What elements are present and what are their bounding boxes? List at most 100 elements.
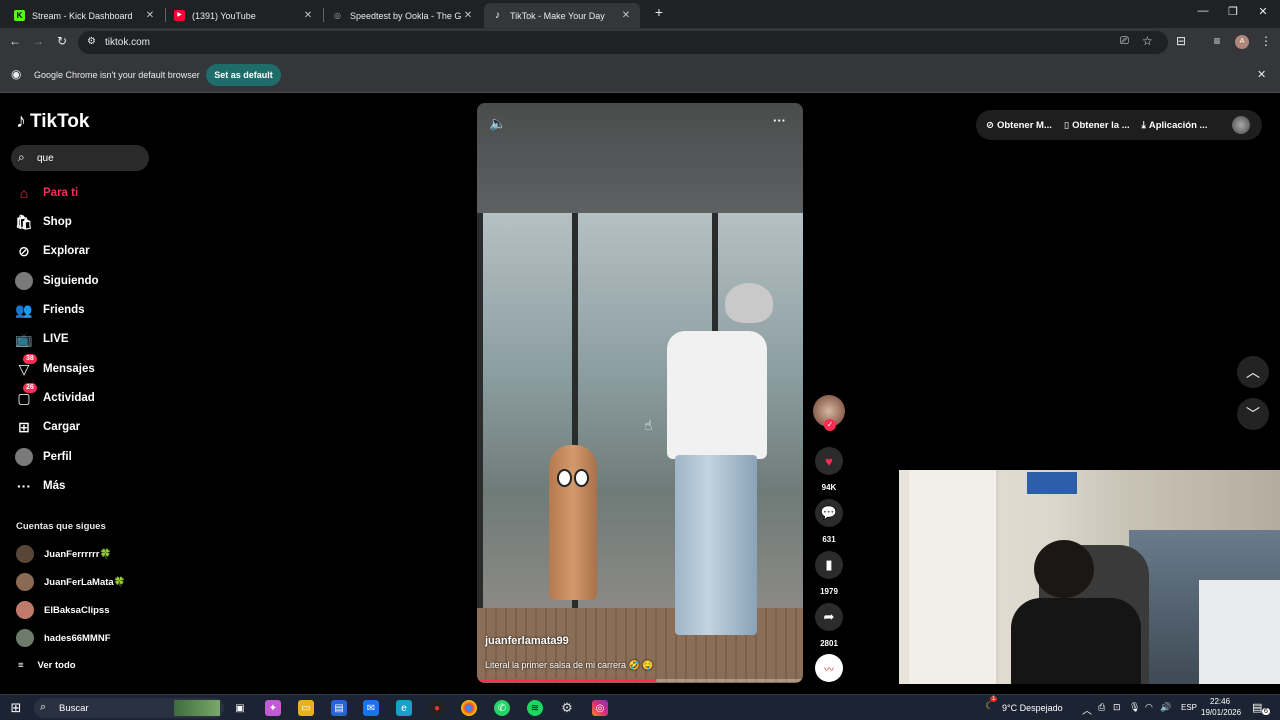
windows-start-icon[interactable]: ⊞ — [8, 700, 24, 716]
obs-icon[interactable]: ● — [429, 700, 445, 716]
tiktok-logo[interactable]: ♪ TikTok — [16, 110, 89, 133]
sidebar-item-actividad[interactable]: ▢ 26 Actividad — [15, 383, 95, 409]
copilot-icon[interactable]: ✦ — [265, 700, 281, 716]
close-icon[interactable]: ✕ — [302, 10, 314, 21]
download-icon: ⤓ — [1141, 119, 1146, 131]
minimize-icon[interactable]: — — [1188, 5, 1218, 17]
tray-device-icon[interactable]: ⎙ — [1098, 702, 1105, 713]
clock-time[interactable]: 22:46 — [1210, 697, 1230, 706]
close-icon[interactable]: ✕ — [462, 10, 474, 21]
install-app-icon[interactable]: ⎚ — [1120, 35, 1129, 48]
spotify-icon[interactable]: ≋ — [527, 700, 543, 716]
sidebar-item-para-ti[interactable]: ⌂ Para ti — [15, 182, 78, 204]
taskbar-search-label: Buscar — [59, 703, 89, 714]
bookmark-star-icon[interactable]: ☆ — [1142, 34, 1153, 48]
notification-count: 6 — [1262, 708, 1270, 715]
following-account[interactable]: ElBaksaClipss — [16, 601, 109, 619]
sidebar-item-friends[interactable]: 👥 Friends — [15, 299, 84, 321]
heart-icon[interactable]: ♥ — [815, 447, 843, 475]
forward-icon[interactable]: → — [29, 34, 47, 48]
tab-search-icon[interactable]: ⊟ — [1172, 34, 1190, 48]
new-tab-button[interactable]: + — [644, 4, 674, 20]
share-action[interactable]: ➦ 2801 — [815, 603, 843, 648]
language-indicator[interactable]: ESP — [1181, 703, 1197, 712]
comment-icon[interactable]: 💬 — [815, 499, 843, 527]
see-all-link[interactable]: ≡ Ver todo — [18, 660, 76, 671]
get-coins-button[interactable]: ⊘ Obtener M... — [986, 120, 1052, 131]
wifi-icon[interactable]: ◠ — [1145, 702, 1153, 713]
save-action[interactable]: ▮ 1979 — [815, 551, 843, 596]
video-menu-icon[interactable]: ··· — [773, 113, 786, 128]
following-account[interactable]: hades66MMNF — [16, 629, 111, 647]
notifications-icon[interactable]: ▤ — [1252, 701, 1262, 714]
tab-tiktok[interactable]: ♪ TikTok - Make Your Day ✕ — [484, 3, 640, 28]
tray-app-icon[interactable]: ⊡ — [1113, 702, 1121, 713]
address-bar[interactable]: ⚙ tiktok.com ⎚ ☆ — [78, 31, 1168, 54]
close-icon[interactable]: ✕ — [1257, 68, 1266, 81]
sidebar-item-label: Perfil — [43, 451, 72, 463]
sidebar-item-mensajes[interactable]: ▽ 38 Mensajes — [15, 354, 95, 380]
sidebar-item-m-s[interactable]: ··· Más — [15, 475, 65, 497]
tab-kick-dashboard[interactable]: K Stream - Kick Dashboard ✕ — [6, 3, 164, 28]
video-author[interactable]: juanferlamata99 — [485, 635, 569, 647]
task-view-icon[interactable]: ▣ — [232, 700, 248, 716]
set-as-default-button[interactable]: Set as default — [206, 64, 281, 86]
close-icon[interactable]: ✕ — [620, 10, 632, 21]
file-explorer-icon[interactable]: ▭ — [298, 700, 314, 716]
weather-text[interactable]: 9°C Despejado — [1002, 703, 1063, 713]
comment-action[interactable]: 💬 631 — [815, 499, 843, 544]
following-avatar-icon — [15, 272, 33, 290]
volume-icon[interactable]: 🔊 — [1160, 702, 1171, 713]
download-app-button[interactable]: ⤓ Aplicación ... — [1142, 120, 1208, 131]
video-progress-bar[interactable] — [477, 679, 803, 682]
settings-gear-icon[interactable]: ⚙ — [559, 700, 575, 716]
site-info-icon[interactable]: ⚙ — [87, 36, 96, 47]
following-account[interactable]: JuanFerLaMata🍀 — [16, 573, 126, 591]
sidebar-item-perfil[interactable]: Perfil — [15, 446, 72, 468]
sidebar-item-explorar[interactable]: ⊘ Explorar — [15, 240, 90, 262]
whatsapp-icon[interactable]: ✆ — [494, 700, 510, 716]
sound-disc[interactable]: 〰 — [815, 654, 843, 682]
get-app-button[interactable]: ▯ Obtener la ... — [1064, 120, 1130, 131]
share-icon[interactable]: ➦ — [815, 603, 843, 631]
edge-icon[interactable]: e — [396, 700, 412, 716]
chrome-icon[interactable] — [461, 700, 477, 716]
sidebar-item-siguiendo[interactable]: Siguiendo — [15, 270, 99, 292]
reload-icon[interactable]: ↻ — [53, 34, 71, 48]
outlook-icon[interactable]: ✉ — [363, 700, 379, 716]
next-video-button[interactable]: ﹀ — [1237, 398, 1269, 430]
sidebar-item-cargar[interactable]: ⊞ Cargar — [15, 416, 80, 438]
search-input[interactable]: ⌕ que — [11, 145, 149, 171]
sidebar-item-shop[interactable]: 🛍 Shop — [15, 211, 72, 233]
following-account[interactable]: JuanFerrrrrr🍀 — [16, 545, 111, 563]
webcam-door — [909, 470, 999, 684]
tray-chevron-icon[interactable]: ︿ — [1082, 702, 1092, 717]
restore-icon[interactable]: ❐ — [1218, 5, 1248, 18]
like-action[interactable]: ♥ 94K — [815, 447, 843, 492]
clock-date[interactable]: 19/01/2026 — [1201, 708, 1241, 717]
back-icon[interactable]: ← — [6, 34, 24, 48]
tab-youtube[interactable]: ▶ (1391) YouTube ✕ — [166, 3, 322, 28]
sidebar-item-live[interactable]: 📺 LIVE — [15, 328, 68, 350]
mute-icon[interactable]: 🔈 — [489, 115, 506, 132]
webcam-flag — [1027, 472, 1077, 494]
weather-icon[interactable]: ☾ — [985, 701, 994, 712]
following-account-name: ElBaksaClipss — [44, 604, 110, 616]
user-avatar[interactable] — [1232, 116, 1250, 134]
close-icon[interactable]: ✕ — [144, 10, 156, 21]
instagram-icon[interactable]: ◎ — [592, 700, 608, 716]
bookmark-icon[interactable]: ▮ — [815, 551, 843, 579]
window-close-icon[interactable]: ✕ — [1248, 5, 1278, 18]
media-control-icon[interactable]: ≡ — [1208, 34, 1226, 48]
tab-speedtest[interactable]: ◎ Speedtest by Ookla - The Glob ✕ — [324, 3, 482, 28]
creator-avatar[interactable]: ✓ — [813, 395, 845, 431]
video-player[interactable]: 🔈 ··· juanferlamata99 Literal la primer … — [477, 103, 803, 683]
chrome-menu-icon[interactable]: ⋮ — [1257, 34, 1275, 48]
store-icon[interactable]: ▤ — [331, 700, 347, 716]
profile-avatar[interactable]: A — [1235, 35, 1249, 49]
taskbar-search[interactable]: ⌕ Buscar — [34, 698, 224, 718]
previous-video-button[interactable]: ︿ — [1237, 356, 1269, 388]
microphone-icon[interactable]: 🎙 — [1129, 702, 1140, 713]
sidebar-item-label: Para ti — [43, 187, 79, 199]
follow-check-icon[interactable]: ✓ — [824, 419, 836, 431]
